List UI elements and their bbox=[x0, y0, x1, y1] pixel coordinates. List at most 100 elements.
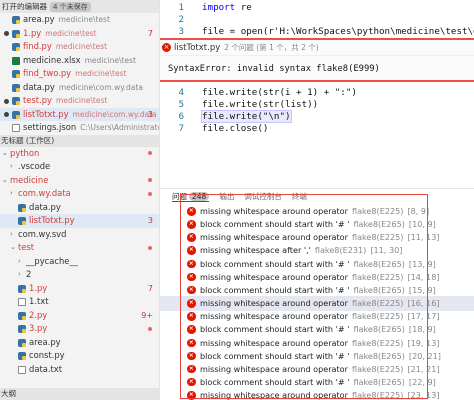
tree-item-label: 2.py bbox=[29, 309, 48, 320]
file-path: medicine\com.wy.data bbox=[72, 109, 157, 119]
line-number: 1 bbox=[178, 2, 184, 13]
error-dot-icon bbox=[148, 191, 152, 196]
tree-item[interactable]: ⌄ python bbox=[0, 147, 159, 161]
tree-item[interactable]: data.txt bbox=[0, 363, 159, 377]
python-icon bbox=[18, 352, 26, 360]
file-path: medicine\test bbox=[45, 28, 97, 38]
workspace-header[interactable]: 无标题 (工作区) bbox=[0, 134, 159, 147]
problem-count: 9+ bbox=[141, 310, 153, 320]
python-icon bbox=[18, 284, 26, 293]
open-editors-list: area.py medicine\test 1.py medicine\test 7 fi… bbox=[0, 13, 159, 135]
problem-count: 3 bbox=[147, 216, 153, 225]
tree-item[interactable]: const.py bbox=[0, 349, 159, 363]
tree-item[interactable]: › __pycache__ bbox=[0, 255, 159, 269]
open-editor-item[interactable]: find_two.py medicine\test bbox=[0, 67, 159, 81]
python-icon bbox=[12, 110, 20, 119]
open-editor-label: 1.py medicine\test bbox=[23, 27, 97, 41]
python-icon bbox=[18, 203, 26, 212]
chevron-right-icon[interactable]: › bbox=[10, 160, 13, 174]
file-path: medicine\test bbox=[58, 15, 110, 24]
open-editor-item[interactable]: listTotxt.py medicine\com.wy.data 3 bbox=[0, 107, 159, 121]
code-line[interactable]: file = open(r'H:\WorkSpaces\python\medic… bbox=[202, 26, 474, 37]
tree-item-label: com.wy.data bbox=[18, 188, 71, 198]
tree-item-label: const.py bbox=[29, 350, 65, 360]
text-file-icon bbox=[18, 365, 26, 374]
error-dot-icon bbox=[148, 151, 152, 155]
code-text: open(r'H:\WorkSpaces\python\medicine\tes… bbox=[240, 26, 474, 37]
open-editor-label: medicine.xlsx medicine\test bbox=[23, 54, 136, 68]
tree-item[interactable]: 1.txt bbox=[0, 295, 159, 309]
file-name: find.py bbox=[23, 41, 52, 51]
code-line[interactable]: import re bbox=[202, 2, 252, 13]
peek-header: × listTotxt.py 2 个问题 (第 1 个，共 2 个) bbox=[160, 40, 474, 56]
file-path: medicine\test bbox=[55, 42, 108, 51]
code-line[interactable]: file.write(str(i + 1) + ":") bbox=[202, 87, 357, 98]
python-icon bbox=[12, 43, 20, 51]
tree-item[interactable]: ⌄ medicine bbox=[0, 174, 159, 188]
line-number: 2 bbox=[178, 14, 184, 25]
tree-item-label: medicine bbox=[10, 174, 49, 185]
unsaved-dot-icon bbox=[4, 98, 9, 104]
outline-header[interactable]: 大纲 bbox=[0, 388, 159, 400]
tree-item[interactable]: › 2 bbox=[0, 268, 159, 282]
chevron-down-icon[interactable]: ⌄ bbox=[10, 241, 16, 255]
line-number: 5 bbox=[178, 99, 184, 110]
open-editor-item[interactable]: data.py medicine\com.wy.data bbox=[0, 81, 159, 95]
python-icon bbox=[18, 338, 26, 347]
problem-count: 7 bbox=[147, 28, 153, 38]
file-tree: ⌄ python › .vscode ⌄ medicine › com.wy.data data… bbox=[0, 147, 159, 377]
unsaved-dot-icon bbox=[4, 31, 9, 36]
python-icon bbox=[12, 97, 20, 105]
open-editor-item[interactable]: find.py medicine\test bbox=[0, 40, 159, 54]
tree-item-label: 1.txt bbox=[29, 296, 49, 306]
chevron-right-icon[interactable]: › bbox=[18, 268, 21, 282]
json-icon bbox=[12, 124, 20, 132]
tree-item[interactable]: › com.wy.data bbox=[0, 187, 159, 201]
code-line[interactable]: file.close() bbox=[202, 123, 268, 134]
open-editor-item[interactable]: test.py medicine\test bbox=[0, 94, 159, 108]
tree-item-label: 3.py bbox=[29, 323, 48, 333]
tree-item[interactable]: › .vscode bbox=[0, 160, 159, 174]
file-name: settings.json bbox=[23, 122, 77, 132]
tree-item-label: listTotxt.py bbox=[29, 215, 75, 225]
open-editor-label: settings.jsonC:\Users\Administrator\A... bbox=[23, 121, 159, 135]
open-editor-item[interactable]: 1.py medicine\test 7 bbox=[0, 27, 159, 41]
tree-item[interactable]: 2.py 9+ bbox=[0, 309, 159, 323]
error-dot-icon bbox=[148, 326, 152, 331]
file-name: medicine.xlsx bbox=[23, 54, 81, 65]
tree-item[interactable]: › com.wy.svd bbox=[0, 228, 159, 242]
python-icon bbox=[12, 29, 20, 38]
tree-item[interactable]: ⌄ test bbox=[0, 241, 159, 255]
code-text: re bbox=[235, 2, 252, 13]
chevron-down-icon[interactable]: ⌄ bbox=[2, 174, 8, 188]
error-dot-icon bbox=[148, 245, 152, 250]
tree-item[interactable]: 1.py 7 bbox=[0, 282, 159, 296]
chevron-right-icon[interactable]: › bbox=[10, 228, 13, 242]
code-line[interactable]: file.write(str(list)) bbox=[202, 99, 318, 110]
unsaved-dot-icon bbox=[4, 112, 9, 117]
chevron-down-icon[interactable]: ⌄ bbox=[2, 147, 8, 161]
problem-count: 3 bbox=[147, 109, 153, 119]
open-editors-header[interactable]: 打开的编辑器 4 个未保存 bbox=[0, 0, 159, 13]
python-icon bbox=[18, 325, 26, 333]
tree-item[interactable]: listTotxt.py 3 bbox=[0, 214, 159, 228]
tree-item-label: data.py bbox=[29, 201, 61, 212]
line-number: 4 bbox=[178, 87, 184, 98]
excel-icon bbox=[12, 56, 20, 65]
tree-item[interactable]: area.py bbox=[0, 336, 159, 350]
chevron-right-icon[interactable]: › bbox=[18, 255, 21, 269]
open-editor-label: test.py medicine\test bbox=[23, 94, 107, 108]
open-editor-label: find.py medicine\test bbox=[23, 40, 107, 54]
code-editor[interactable]: 1 import re 2 3 file = open(r'H:\WorkSpaces\… bbox=[160, 0, 474, 188]
chevron-right-icon[interactable]: › bbox=[10, 187, 13, 201]
code-line[interactable]: file.write("\n") bbox=[201, 110, 292, 123]
open-editor-item[interactable]: medicine.xlsx medicine\test bbox=[0, 54, 159, 68]
open-editor-item[interactable]: area.py medicine\test bbox=[0, 13, 159, 27]
tree-item-label: python bbox=[10, 147, 40, 158]
open-editor-label: area.py medicine\test bbox=[23, 13, 110, 27]
file-name: test.py bbox=[23, 95, 53, 105]
tree-item[interactable]: data.py bbox=[0, 201, 159, 215]
open-editor-item[interactable]: settings.jsonC:\Users\Administrator\A... bbox=[0, 121, 159, 135]
tree-item[interactable]: 3.py bbox=[0, 322, 159, 336]
tree-item-label: 2 bbox=[26, 269, 32, 279]
